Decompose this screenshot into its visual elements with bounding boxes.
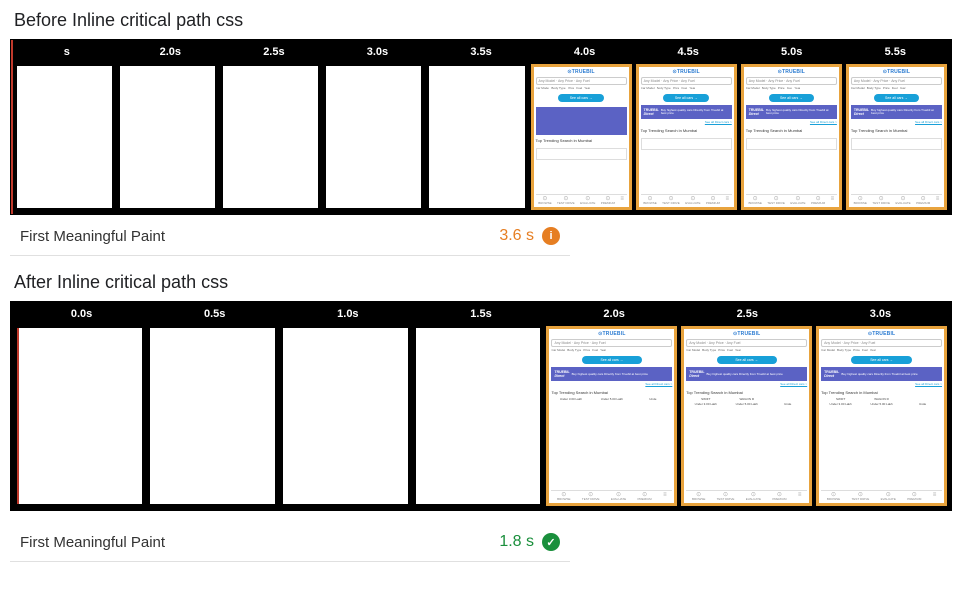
- mini-trending-heading: Top Trending Search in Mumbai: [536, 139, 627, 144]
- frame-rendered: ⊙TRUEBIL Any Model · Any Price · Any Fue…: [816, 326, 947, 506]
- before-frames: ⊙TRUEBIL Any Model · Any Price · Any Fue…: [15, 64, 947, 210]
- frame-partial: ⊙TRUEBIL Any Model · Any Price · Any Fue…: [531, 64, 632, 210]
- metric-value: 1.8 s: [499, 533, 534, 551]
- mini-logo: ⊙TRUEBIL: [536, 69, 627, 75]
- timestamp: 0.5s: [148, 308, 281, 324]
- frame-blank: [148, 326, 277, 506]
- frame-blank: [414, 326, 543, 506]
- mini-bottom-nav: ⊙BROWSE ⊙TEST DRIVE ⊙EVALUATE ⊙PREMIUM ≡: [536, 194, 627, 205]
- frame-blank: [427, 64, 526, 210]
- timestamp: 3.0s: [814, 308, 947, 324]
- timestamp: 4.0s: [533, 46, 637, 62]
- after-timestamps: 0.0s 0.5s 1.0s 1.5s 2.0s 2.5s 3.0s: [15, 308, 947, 324]
- frame-blank: [281, 326, 410, 506]
- mini-search: Any Model · Any Price · Any Fuel: [536, 77, 627, 85]
- timestamp: 0.0s: [15, 308, 148, 324]
- mini-placeholder: [536, 148, 627, 160]
- timestamp: 5.0s: [740, 46, 844, 62]
- timestamp: 3.5s: [429, 46, 533, 62]
- metric-value: 3.6 s: [499, 227, 534, 245]
- after-filmstrip: 0.0s 0.5s 1.0s 1.5s 2.0s 2.5s 3.0s ⊙TRUE…: [10, 301, 952, 511]
- timestamp: 2.5s: [222, 46, 326, 62]
- before-title: Before Inline critical path css: [14, 10, 952, 31]
- timestamp: 2.0s: [548, 308, 681, 324]
- timestamp: 3.0s: [326, 46, 430, 62]
- frame-rendered: ⊙TRUEBIL Any Model · Any Price · Any Fue…: [636, 64, 737, 210]
- frame-rendered: ⊙TRUEBIL Any Model · Any Price · Any Fue…: [681, 326, 812, 506]
- info-icon[interactable]: i: [542, 227, 560, 245]
- mini-app: ⊙TRUEBIL Any Model · Any Price · Any Fue…: [639, 67, 734, 207]
- timestamp: 5.5s: [844, 46, 948, 62]
- timestamp: 2.5s: [681, 308, 814, 324]
- before-timestamps: s 2.0s 2.5s 3.0s 3.5s 4.0s 4.5s 5.0s 5.5…: [15, 46, 947, 62]
- frame-blank: [15, 64, 114, 210]
- frame-rendered: ⊙TRUEBIL Any Model · Any Price · Any Fue…: [846, 64, 947, 210]
- before-metric-row[interactable]: First Meaningful Paint 3.6 s i: [10, 215, 570, 256]
- timestamp: s: [15, 46, 119, 62]
- frame-rendered: ⊙TRUEBIL Any Model · Any Price · Any Fue…: [546, 326, 677, 506]
- playhead-indicator: [17, 328, 19, 504]
- before-filmstrip: s 2.0s 2.5s 3.0s 3.5s 4.0s 4.5s 5.0s 5.5…: [10, 39, 952, 215]
- mini-chips: Car Model Body Type Price Fuel Year: [536, 87, 627, 91]
- after-frames: ⊙TRUEBIL Any Model · Any Price · Any Fue…: [15, 326, 947, 506]
- frame-blank: [118, 64, 217, 210]
- frame-blank: [324, 64, 423, 210]
- frame-blank: [15, 326, 144, 506]
- playhead-indicator: [11, 40, 13, 214]
- mini-banner-placeholder: [536, 107, 627, 135]
- mini-cta: See all cars →: [558, 94, 604, 102]
- timestamp: 1.0s: [281, 308, 414, 324]
- frame-rendered: ⊙TRUEBIL Any Model · Any Price · Any Fue…: [741, 64, 842, 210]
- frame-blank: [221, 64, 320, 210]
- timestamp: 4.5s: [636, 46, 740, 62]
- check-icon: ✓: [542, 533, 560, 551]
- timestamp: 1.5s: [414, 308, 547, 324]
- metric-label: First Meaningful Paint: [20, 534, 499, 551]
- after-metric-row[interactable]: First Meaningful Paint 1.8 s ✓: [10, 521, 570, 562]
- metric-label: First Meaningful Paint: [20, 228, 499, 245]
- after-title: After Inline critical path css: [14, 272, 952, 293]
- mini-app-partial: ⊙TRUEBIL Any Model · Any Price · Any Fue…: [534, 67, 629, 207]
- timestamp: 2.0s: [119, 46, 223, 62]
